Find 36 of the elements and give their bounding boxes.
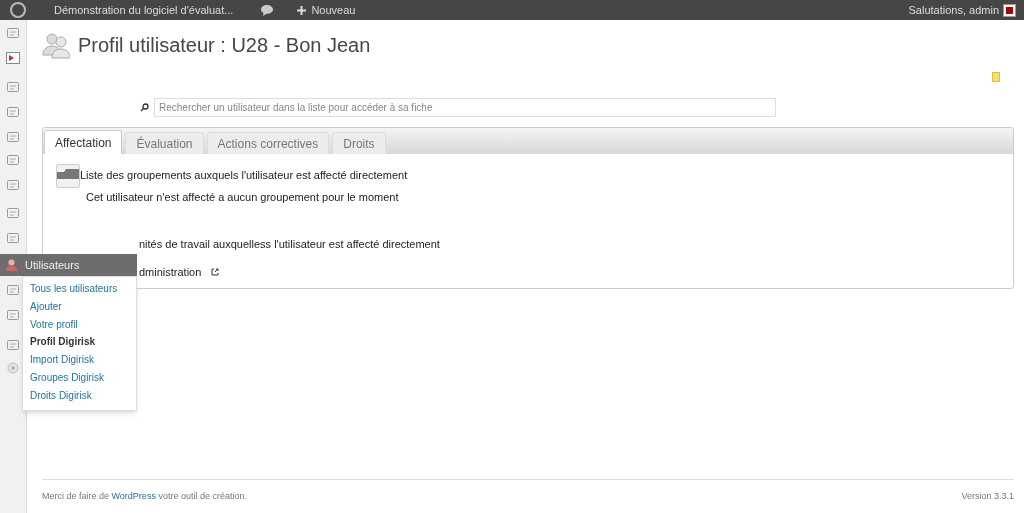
submenu-item[interactable]: Ajouter — [23, 298, 136, 317]
wordpress-link[interactable]: WordPress — [111, 490, 156, 501]
site-title-link[interactable]: Démonstration du logiciel d'évaluat... — [54, 1, 234, 19]
submenu-item[interactable]: Import Digirisk — [23, 352, 136, 370]
media-icon[interactable] — [6, 52, 20, 64]
menu-header[interactable]: Utilisateurs — [0, 254, 137, 276]
external-link-icon — [211, 268, 220, 277]
folder-icon — [56, 164, 80, 188]
administration-link[interactable]: dministration — [139, 264, 202, 281]
users-icon — [42, 31, 70, 59]
search-icon — [140, 103, 149, 112]
avatar-icon — [1003, 3, 1016, 17]
comment-icon[interactable] — [261, 4, 274, 16]
tab[interactable]: Affectation — [44, 130, 123, 154]
new-content-link[interactable]: Nouveau — [297, 1, 356, 19]
empty-message: Cet utilisateur n'est affecté a aucun groupement pour le moment — [86, 190, 400, 205]
tab[interactable]: Droits — [332, 132, 386, 154]
section-heading: nités de travail auxquelless l'utilisateur est affecté directement — [139, 236, 440, 252]
search-field[interactable]: Rechercher un utilisateur dans la liste pour accéder à sa fiche — [154, 98, 776, 117]
submenu-item[interactable]: Votre profil — [23, 316, 136, 335]
play-icon[interactable] — [7, 362, 19, 374]
tab[interactable]: Actions correctives — [206, 132, 330, 154]
note-icon[interactable] — [992, 72, 1000, 82]
submenu-item[interactable]: Tous les utilisateurs — [23, 281, 136, 299]
submenu-item[interactable]: Droits Digirisk — [23, 387, 136, 406]
tab[interactable]: Évaluation — [125, 132, 204, 154]
greeting-link[interactable]: Salutations, admin — [908, 1, 999, 19]
user-icon — [6, 259, 17, 271]
submenu-item[interactable]: Groupes Digirisk — [23, 370, 136, 388]
wordpress-logo-icon[interactable] — [10, 2, 26, 18]
submenu-item[interactable]: Profil Digirisk — [23, 334, 136, 353]
version-text: Version 3.3.1 — [961, 489, 1014, 503]
section-heading: Liste des groupements auxquels l'utilisateur est affecté directement — [80, 168, 408, 183]
plus-icon — [297, 5, 307, 15]
footer-credit: Merci de faire de WordPress votre outil de création. — [42, 489, 247, 503]
page-title: Profil utilisateur : U28 - Bon Jean — [78, 33, 371, 58]
